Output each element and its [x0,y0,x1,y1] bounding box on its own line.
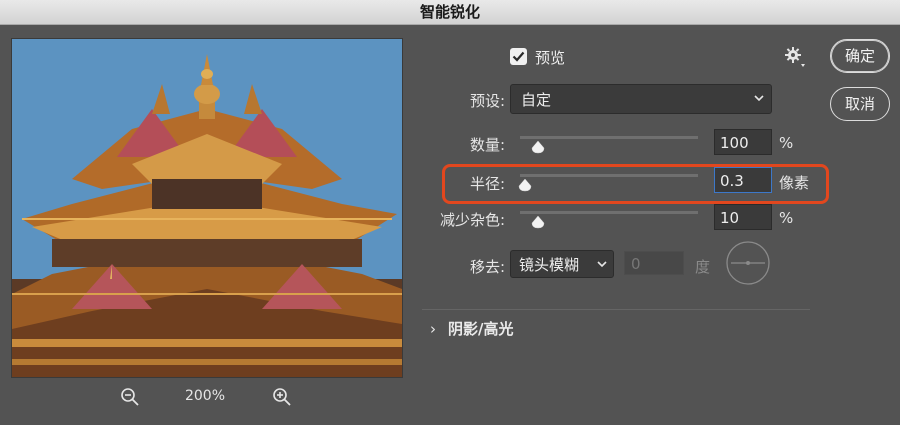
shadow-highlight-label: 阴影/高光 [448,320,514,338]
amount-input[interactable]: 100 [714,129,772,155]
remove-value: 镜头模糊 [519,256,580,274]
reduce-noise-input[interactable]: 10 [714,204,772,230]
pagoda-preview-image [12,39,402,377]
dialog-title: 智能锐化 [0,0,900,25]
zoom-out-icon[interactable] [120,387,140,407]
zoom-in-icon[interactable] [272,387,292,407]
reduce-noise-unit: % [779,209,794,227]
reduce-noise-slider-track[interactable] [520,211,698,214]
radius-slider-thumb[interactable] [518,178,532,192]
radius-label: 半径: [469,175,505,193]
chevron-down-icon [597,261,607,268]
zoom-level: 200% [184,388,226,404]
angle-dial-icon [726,241,770,285]
cancel-button[interactable]: 取消 [830,87,890,121]
preview-image[interactable] [11,38,403,378]
radius-unit: 像素 [779,174,810,192]
ok-button[interactable]: 确定 [830,39,890,73]
amount-slider-track[interactable] [520,136,698,139]
angle-input: 0 [624,251,684,275]
preview-label: 预览 [535,49,566,67]
radius-input[interactable]: 0.3 [714,167,772,193]
amount-unit: % [779,134,794,152]
preset-select[interactable]: 自定 [510,84,772,114]
chevron-down-icon [754,95,764,102]
preset-value: 自定 [521,91,552,109]
shadow-highlight-section-toggle[interactable]: › 阴影/高光 [430,318,513,339]
amount-slider-thumb[interactable] [531,140,545,154]
section-divider [422,309,810,310]
remove-label: 移去: [469,258,505,276]
chevron-right-icon: › [430,320,436,338]
preset-label: 预设: [469,92,505,110]
radius-slider-track[interactable] [520,174,698,177]
reduce-noise-slider-thumb[interactable] [531,215,545,229]
remove-select[interactable]: 镜头模糊 [510,250,614,278]
gear-icon[interactable] [784,46,806,68]
preview-checkbox[interactable] [510,48,527,65]
reduce-noise-label: 减少杂色: [439,211,505,229]
zoom-controls: 200% [110,387,310,409]
checkmark-icon [512,51,525,62]
amount-label: 数量: [469,136,505,154]
angle-unit: 度 [695,258,711,276]
